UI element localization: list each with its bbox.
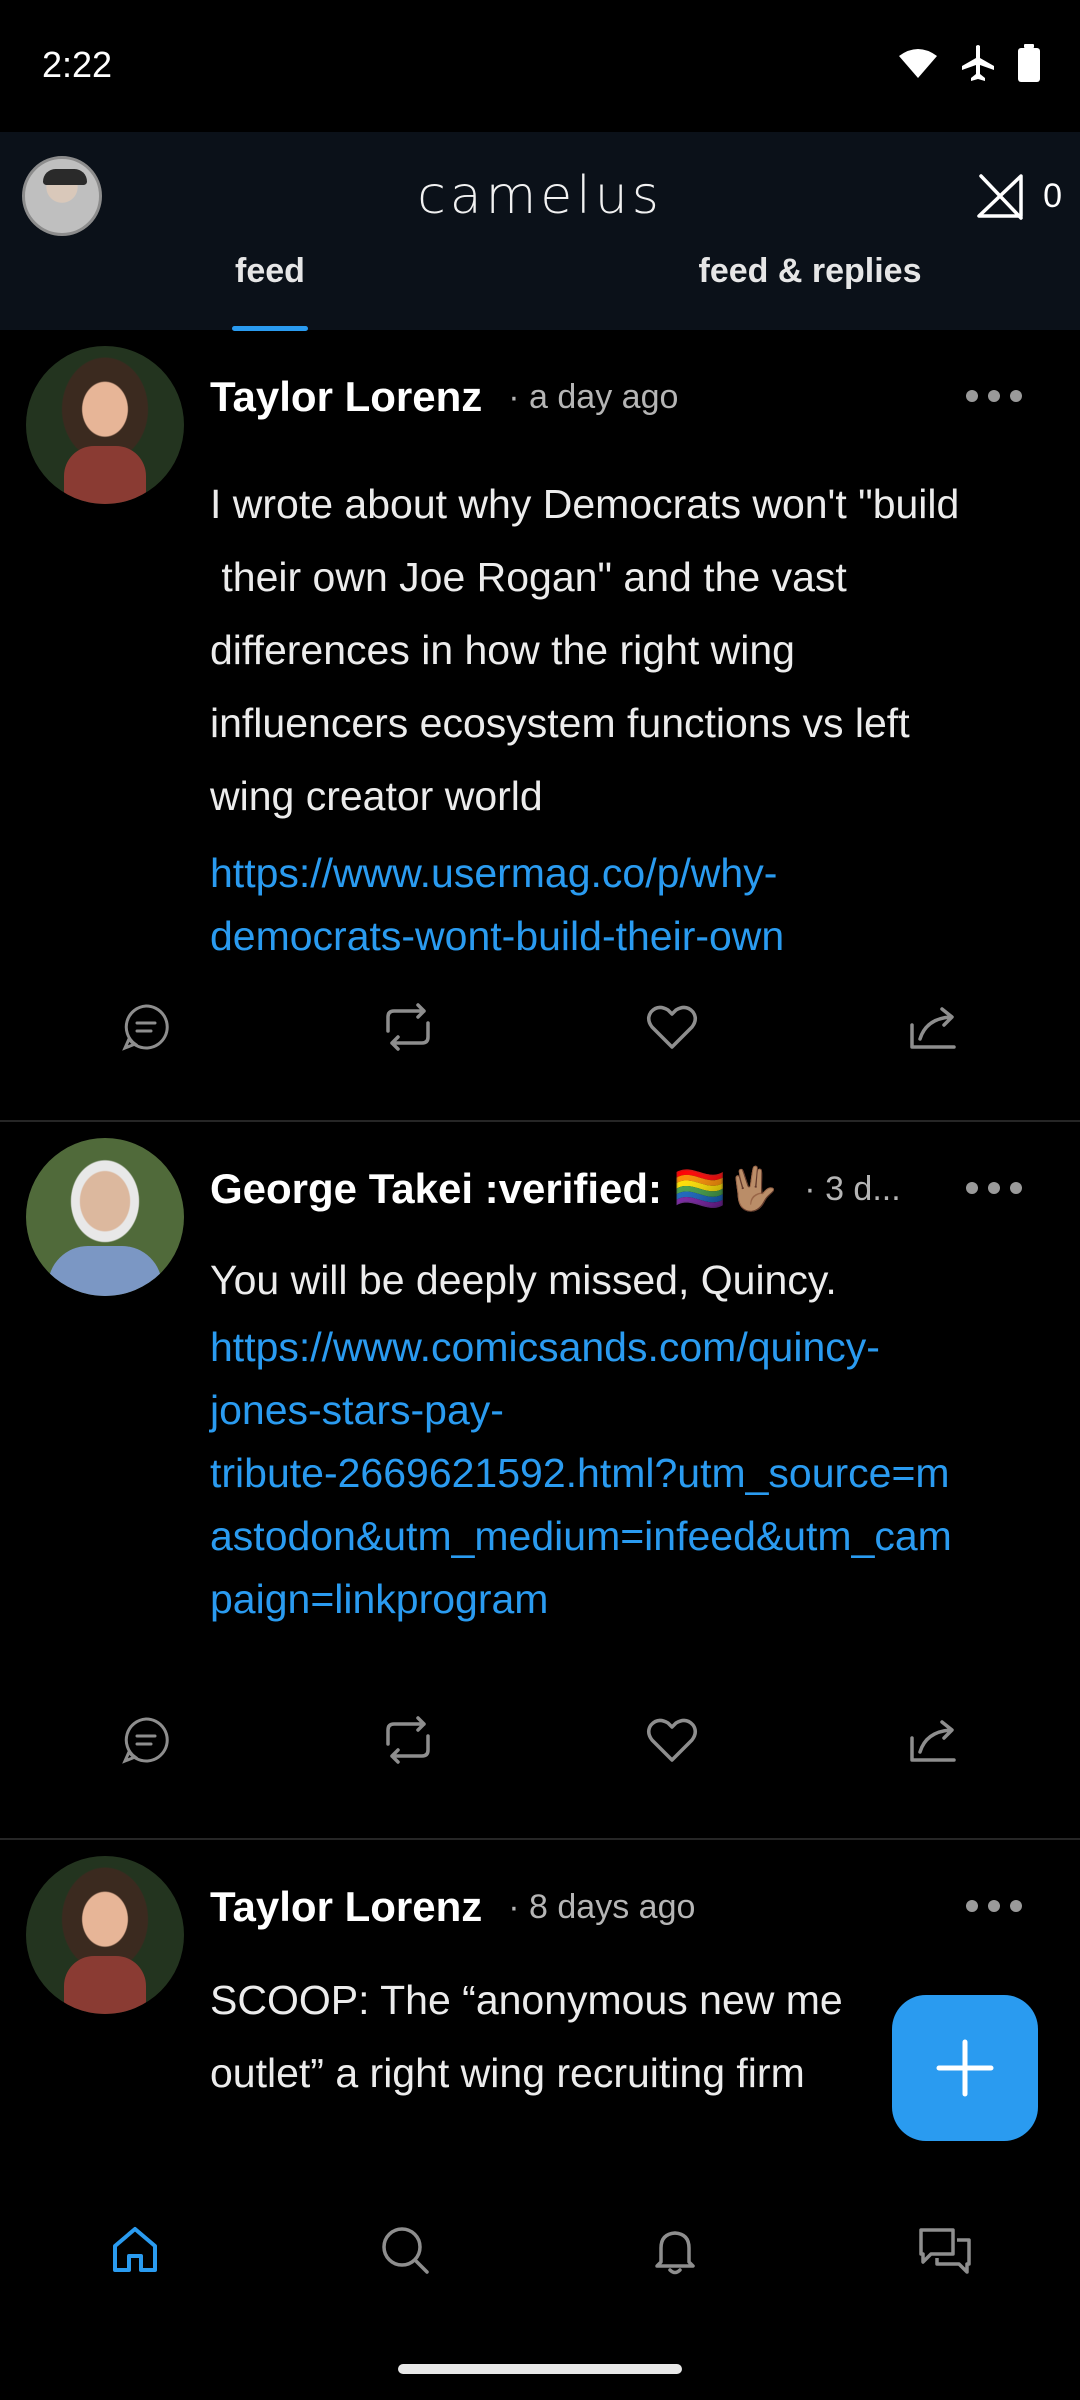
author-name[interactable]: George Takei :verified: 🏳️‍🌈🖖🏽	[210, 1165, 778, 1214]
post-card[interactable]: George Takei :verified: 🏳️‍🌈🖖🏽 · 3 d... …	[0, 1122, 1080, 1840]
relay-count: 0	[1043, 176, 1062, 215]
link-line[interactable]: https://www.comicsands.com/quincy-	[210, 1316, 1054, 1379]
app-header: camelus 0 feed feed & replies	[0, 132, 1080, 331]
messages-icon	[919, 2228, 971, 2274]
post-link[interactable]: https://www.comicsands.com/quincy- jones…	[210, 1316, 1054, 1631]
wifi-icon	[899, 49, 937, 78]
more-options-icon[interactable]	[966, 390, 1022, 404]
post-time: · 8 days ago	[508, 1887, 696, 1926]
notifications-icon	[655, 2231, 695, 2275]
post-body: I wrote about why Democrats won't "build…	[210, 468, 1054, 833]
link-line[interactable]: tribute-2669621592.html?utm_source=m	[210, 1442, 1054, 1505]
link-line[interactable]: https://www.usermag.co/p/why-	[210, 842, 1054, 905]
nav-home[interactable]	[90, 2205, 180, 2295]
nav-messages[interactable]	[900, 2205, 990, 2295]
home-icon	[113, 2227, 157, 2272]
status-time: 2:22	[42, 44, 113, 85]
relay-status-button[interactable]: 0	[975, 172, 1062, 220]
nav-search[interactable]	[360, 2205, 450, 2295]
feed-list[interactable]: Taylor Lorenz · a day ago I wrote about …	[0, 330, 1080, 2185]
share-icon[interactable]	[894, 1700, 974, 1780]
link-line[interactable]: astodon&utm_medium=infeed&utm_cam	[210, 1505, 1054, 1568]
author-name[interactable]: Taylor Lorenz	[210, 373, 482, 421]
status-bar: 2:22	[0, 0, 1080, 132]
post-header: George Takei :verified: 🏳️‍🌈🖖🏽 · 3 d...	[210, 1164, 1056, 1214]
nav-notifications[interactable]	[630, 2205, 720, 2295]
battery-icon	[1018, 44, 1040, 82]
repost-icon[interactable]	[368, 987, 448, 1067]
like-icon[interactable]	[632, 987, 712, 1067]
compose-post-button[interactable]	[892, 1995, 1038, 2141]
post-card[interactable]: Taylor Lorenz · a day ago I wrote about …	[0, 330, 1080, 1122]
post-link[interactable]: https://www.usermag.co/p/why- democrats-…	[210, 842, 1054, 968]
link-line[interactable]: jones-stars-pay-	[210, 1379, 1054, 1442]
post-time: · 3 d...	[804, 1169, 901, 1208]
post-actions	[0, 987, 1080, 1067]
no-signal-icon	[977, 174, 1023, 220]
app-title: camelus	[417, 166, 663, 226]
airplane-icon	[962, 45, 994, 81]
tab-feed-and-replies[interactable]: feed & replies	[650, 252, 970, 330]
post-text-line: I wrote about why Democrats won't "build	[210, 481, 960, 527]
author-avatar[interactable]	[26, 346, 184, 504]
post-text-line: their own Joe Rogan" and the vast	[210, 554, 847, 600]
status-icons	[898, 44, 1040, 82]
share-icon[interactable]	[894, 987, 974, 1067]
author-avatar[interactable]	[26, 1856, 184, 2014]
reply-icon[interactable]	[106, 1700, 186, 1780]
post-text-line: wing creator world	[210, 773, 543, 819]
post-header: Taylor Lorenz · a day ago	[210, 372, 1056, 422]
like-icon[interactable]	[632, 1700, 712, 1780]
tab-feed[interactable]: feed	[200, 252, 340, 330]
post-actions	[0, 1700, 1080, 1780]
feed-tabs: feed feed & replies	[0, 252, 1080, 330]
author-avatar[interactable]	[26, 1138, 184, 1296]
gesture-bar[interactable]	[398, 2364, 682, 2374]
post-header: Taylor Lorenz · 8 days ago	[210, 1882, 1056, 1932]
reply-icon[interactable]	[106, 987, 186, 1067]
post-text-line: influencers ecosystem functions vs left	[210, 700, 910, 746]
more-options-icon[interactable]	[966, 1182, 1022, 1196]
bottom-navigation	[0, 2185, 1080, 2315]
post-body: You will be deeply missed, Quincy.	[210, 1244, 1054, 1317]
more-options-icon[interactable]	[966, 1900, 1022, 1914]
plus-icon	[936, 2039, 994, 2097]
post-text-line: differences in how the right wing	[210, 627, 795, 673]
post-time: · a day ago	[508, 377, 679, 416]
link-line[interactable]: democrats-wont-build-their-own	[210, 905, 1054, 968]
author-name[interactable]: Taylor Lorenz	[210, 1883, 482, 1931]
search-icon	[382, 2227, 429, 2274]
post-text-line: You will be deeply missed, Quincy.	[210, 1257, 837, 1303]
repost-icon[interactable]	[368, 1700, 448, 1780]
link-line[interactable]: paign=linkprogram	[210, 1568, 1054, 1631]
